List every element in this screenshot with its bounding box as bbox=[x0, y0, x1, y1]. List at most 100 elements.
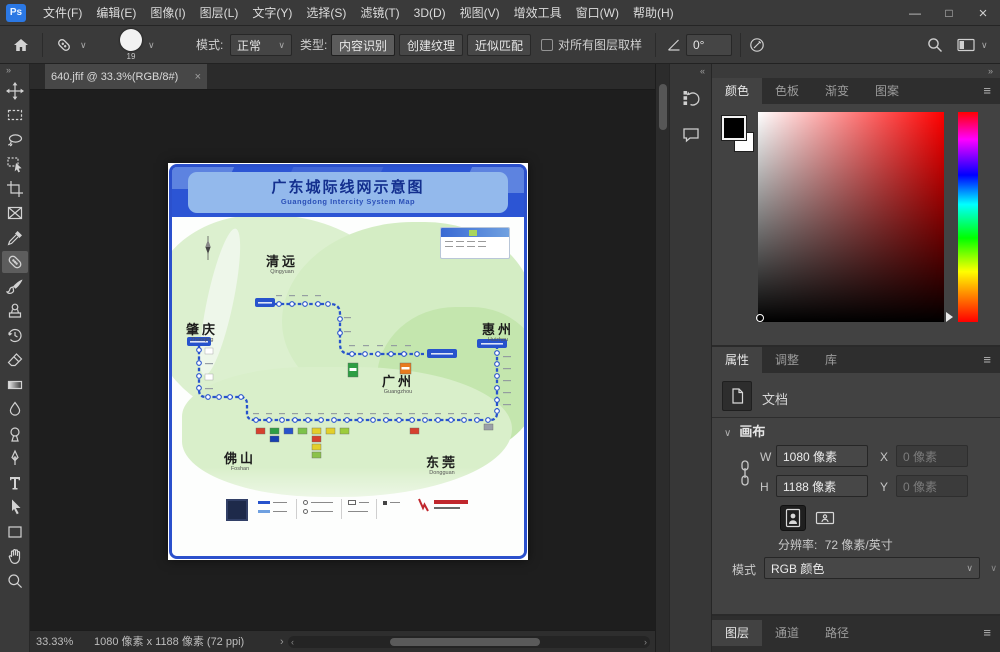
tab-libraries[interactable]: 库 bbox=[812, 347, 850, 373]
horizontal-scrollbar[interactable]: ‹ › bbox=[288, 636, 650, 648]
tab-layers[interactable]: 图层 bbox=[712, 620, 762, 646]
proximity-match-button[interactable]: 近似匹配 bbox=[467, 34, 531, 56]
tab-color[interactable]: 颜色 bbox=[712, 78, 762, 104]
clone-stamp-tool[interactable] bbox=[2, 300, 28, 322]
tab-paths[interactable]: 路径 bbox=[812, 620, 862, 646]
menu-file[interactable]: 文件(F) bbox=[36, 0, 89, 26]
crop-tool[interactable] bbox=[2, 178, 28, 200]
color-field-cursor[interactable] bbox=[756, 314, 764, 322]
menu-window[interactable]: 窗口(W) bbox=[569, 0, 626, 26]
zoom-level-field[interactable]: 33.33% bbox=[36, 631, 73, 652]
vertical-scrollbar-thumb[interactable] bbox=[659, 84, 667, 130]
tab-properties[interactable]: 属性 bbox=[712, 347, 762, 373]
tab-swatches[interactable]: 色板 bbox=[762, 78, 812, 104]
tools-panel: » bbox=[0, 64, 30, 652]
document-type-label: 文档 bbox=[762, 389, 788, 408]
close-icon[interactable]: × bbox=[966, 0, 1000, 26]
saturation-brightness-field[interactable] bbox=[758, 112, 944, 322]
scroll-more-icon[interactable]: ∨ bbox=[990, 563, 997, 574]
maximize-icon[interactable]: □ bbox=[932, 0, 966, 26]
menu-layer[interactable]: 图层(L) bbox=[193, 0, 246, 26]
workspace-icon[interactable] bbox=[956, 36, 976, 54]
tab-patterns[interactable]: 图案 bbox=[862, 78, 912, 104]
create-texture-button[interactable]: 创建纹理 bbox=[399, 34, 463, 56]
move-tool[interactable] bbox=[2, 80, 28, 102]
panel-menu-icon[interactable]: ≡ bbox=[983, 347, 1000, 373]
frame-tool[interactable] bbox=[2, 202, 28, 224]
brush-preset-picker[interactable]: 19 bbox=[120, 29, 142, 61]
document-tab[interactable]: 640.jfif @ 33.3%(RGB/8#) × bbox=[45, 64, 207, 89]
tab-gradients[interactable]: 渐变 bbox=[812, 78, 862, 104]
path-selection-tool[interactable] bbox=[2, 496, 28, 518]
lasso-tool[interactable] bbox=[2, 129, 28, 151]
panel-menu-icon[interactable]: ≡ bbox=[983, 620, 1000, 646]
home-icon[interactable] bbox=[12, 36, 30, 54]
tab-channels[interactable]: 通道 bbox=[762, 620, 812, 646]
zoom-tool[interactable] bbox=[2, 570, 28, 592]
horizontal-scrollbar-thumb[interactable] bbox=[390, 638, 540, 646]
pen-tool[interactable] bbox=[2, 447, 28, 469]
portrait-orientation-button[interactable] bbox=[780, 505, 806, 531]
chevron-down-icon[interactable]: ∨ bbox=[80, 26, 87, 64]
chevron-down-icon[interactable]: ∨ bbox=[981, 26, 988, 64]
close-tab-icon[interactable]: × bbox=[195, 71, 201, 83]
status-menu-chevron-icon[interactable]: › bbox=[280, 631, 284, 652]
menu-view[interactable]: 视图(V) bbox=[453, 0, 507, 26]
link-dimensions-icon[interactable] bbox=[738, 459, 752, 492]
menu-help[interactable]: 帮助(H) bbox=[626, 0, 681, 26]
color-panel-tabs: 颜色 色板 渐变 图案 ≡ bbox=[712, 78, 1000, 104]
minimize-icon[interactable]: — bbox=[898, 0, 932, 26]
menu-3d[interactable]: 3D(D) bbox=[407, 0, 453, 26]
pressure-size-icon[interactable] bbox=[748, 36, 766, 54]
color-mode-select[interactable]: RGB 颜色 ∨ bbox=[764, 557, 980, 579]
menu-image[interactable]: 图像(I) bbox=[143, 0, 192, 26]
history-brush-tool[interactable] bbox=[2, 325, 28, 347]
menu-filter[interactable]: 滤镜(T) bbox=[353, 0, 406, 26]
spot-healing-brush-options-icon[interactable] bbox=[54, 35, 74, 55]
rectangle-tool[interactable] bbox=[2, 521, 28, 543]
hue-slider-arrow[interactable] bbox=[946, 312, 953, 322]
hue-slider[interactable] bbox=[958, 112, 978, 322]
width-input[interactable]: 1080 像素 bbox=[776, 445, 868, 467]
width-label: W bbox=[760, 450, 771, 464]
rectangular-marquee-tool[interactable] bbox=[2, 104, 28, 126]
object-selection-tool[interactable] bbox=[2, 153, 28, 175]
brush-tool[interactable] bbox=[2, 276, 28, 298]
spot-healing-brush-tool[interactable] bbox=[2, 251, 28, 273]
type-tool[interactable] bbox=[2, 472, 28, 494]
vertical-scrollbar[interactable] bbox=[655, 64, 669, 652]
search-icon[interactable] bbox=[926, 36, 944, 54]
color-picker-body bbox=[712, 104, 1000, 345]
dodge-tool[interactable] bbox=[2, 423, 28, 445]
blend-mode-select[interactable]: 正常 ∨ bbox=[230, 34, 292, 56]
map-legend-box bbox=[440, 227, 510, 259]
foreground-color-swatch[interactable] bbox=[722, 116, 746, 140]
comments-panel-icon[interactable] bbox=[677, 120, 705, 148]
landscape-orientation-button[interactable] bbox=[812, 505, 838, 531]
history-panel-icon[interactable] bbox=[677, 84, 705, 112]
collapse-tools-icon[interactable]: » bbox=[0, 64, 29, 77]
sample-all-layers-checkbox[interactable] bbox=[541, 39, 553, 51]
eraser-tool[interactable] bbox=[2, 349, 28, 371]
menu-type[interactable]: 文字(Y) bbox=[245, 0, 299, 26]
menu-edit[interactable]: 编辑(E) bbox=[89, 0, 143, 26]
canvas-viewport[interactable]: 广东城际线网示意图 Guangdong Intercity System Map bbox=[30, 90, 655, 630]
collapse-panels-icon[interactable]: » bbox=[712, 64, 1000, 78]
scroll-right-icon[interactable]: › bbox=[644, 636, 647, 648]
angle-input[interactable]: 0° bbox=[686, 34, 732, 56]
menu-select[interactable]: 选择(S) bbox=[299, 0, 353, 26]
scroll-left-icon[interactable]: ‹ bbox=[291, 636, 294, 648]
content-aware-button[interactable]: 内容识别 bbox=[331, 34, 395, 56]
height-input[interactable]: 1188 像素 bbox=[776, 475, 868, 497]
expand-panels-icon[interactable]: « bbox=[670, 64, 711, 76]
gradient-tool[interactable] bbox=[2, 374, 28, 396]
tab-adjustments[interactable]: 调整 bbox=[762, 347, 812, 373]
eyedropper-tool[interactable] bbox=[2, 227, 28, 249]
blur-tool[interactable] bbox=[2, 398, 28, 420]
menu-plugins[interactable]: 增效工具 bbox=[507, 0, 569, 26]
hand-tool[interactable] bbox=[2, 545, 28, 567]
panel-menu-icon[interactable]: ≡ bbox=[983, 78, 1000, 104]
qr-code bbox=[226, 499, 248, 521]
chevron-down-icon[interactable]: ∨ bbox=[148, 26, 155, 64]
canvas-section-header[interactable]: ∨画布 bbox=[724, 421, 765, 440]
